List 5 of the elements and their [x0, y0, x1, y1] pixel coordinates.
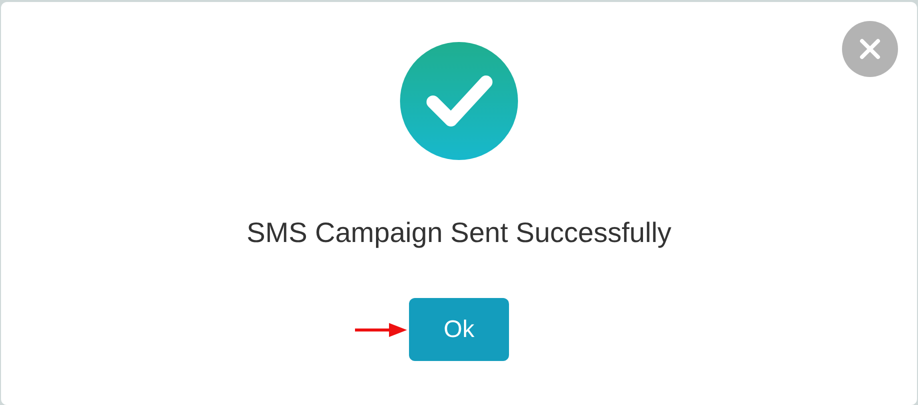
checkmark-icon: [400, 42, 518, 160]
ok-button[interactable]: Ok: [409, 298, 509, 361]
close-icon: [859, 38, 881, 60]
success-message: SMS Campaign Sent Successfully: [246, 216, 672, 250]
arrow-icon: [355, 322, 407, 338]
